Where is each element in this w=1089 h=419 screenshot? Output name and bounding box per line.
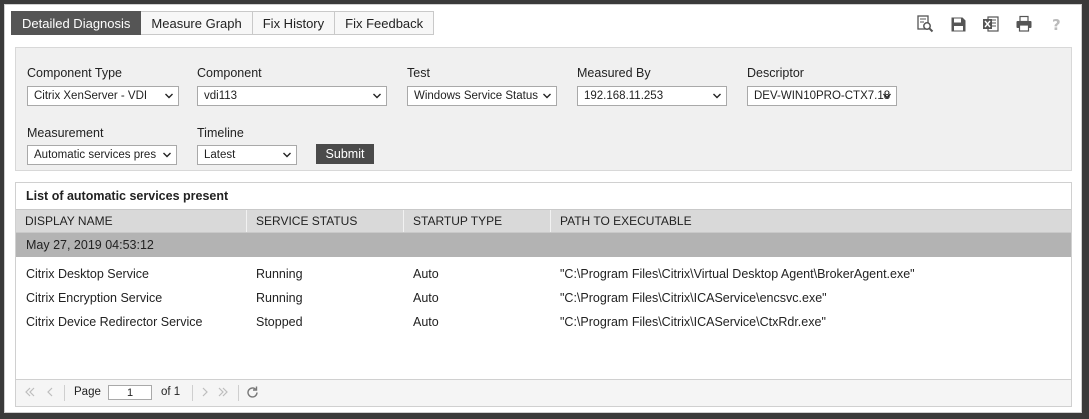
test-select[interactable]: Windows Service Status — [407, 86, 557, 106]
refresh-icon[interactable] — [245, 385, 260, 403]
measured-by-select[interactable]: 192.168.11.253 — [577, 86, 727, 106]
help-icon[interactable]: ? — [1047, 14, 1067, 34]
search-document-icon[interactable] — [915, 14, 935, 34]
page-number-input[interactable]: 1 — [108, 385, 152, 400]
timeline-label: Timeline — [197, 126, 244, 140]
cell-display-name: Citrix Desktop Service — [26, 267, 149, 281]
pager-divider — [238, 385, 239, 401]
pager-divider — [64, 385, 65, 401]
results-grid: List of automatic services present DISPL… — [15, 182, 1072, 407]
chevron-down-icon — [165, 93, 173, 99]
table-row[interactable]: Citrix Desktop Service Running Auto "C:\… — [16, 262, 1071, 286]
component-select[interactable]: vdi113 — [197, 86, 387, 106]
tab-detailed-diagnosis[interactable]: Detailed Diagnosis — [11, 11, 142, 35]
cell-startup-type: Auto — [413, 291, 439, 305]
tab-bar: Detailed Diagnosis Measure Graph Fix His… — [11, 11, 435, 36]
test-label: Test — [407, 66, 430, 80]
column-header-startup-type[interactable]: STARTUP TYPE — [403, 210, 550, 232]
cell-path: "C:\Program Files\Citrix\ICAService\CtxR… — [560, 315, 826, 329]
submit-button[interactable]: Submit — [316, 144, 374, 164]
column-header-service-status[interactable]: SERVICE STATUS — [246, 210, 403, 232]
last-page-icon[interactable] — [217, 386, 229, 401]
chevron-down-icon — [713, 93, 721, 99]
page-count-label: of 1 — [161, 386, 181, 398]
grid-header: DISPLAY NAME SERVICE STATUS STARTUP TYPE… — [16, 209, 1071, 233]
pagination-bar: Page 1 of 1 — [16, 379, 1071, 406]
tab-fix-history[interactable]: Fix History — [252, 11, 336, 35]
component-label: Component — [197, 66, 262, 80]
tab-fix-feedback[interactable]: Fix Feedback — [335, 11, 435, 35]
cell-display-name: Citrix Device Redirector Service — [26, 315, 203, 329]
column-header-display-name[interactable]: DISPLAY NAME — [16, 210, 246, 232]
descriptor-select[interactable]: DEV-WIN10PRO-CTX7.18 — [747, 86, 897, 106]
measurement-label: Measurement — [27, 126, 104, 140]
cell-path: "C:\Program Files\Citrix\Virtual Desktop… — [560, 267, 915, 281]
cell-display-name: Citrix Encryption Service — [26, 291, 163, 305]
cell-startup-type: Auto — [413, 267, 439, 281]
column-header-path-to-executable[interactable]: PATH TO EXECUTABLE — [550, 210, 1071, 232]
next-page-icon[interactable] — [199, 386, 211, 401]
toolbar: ? — [915, 14, 1067, 34]
svg-text:?: ? — [1052, 16, 1061, 33]
chevron-down-icon — [543, 93, 551, 99]
chevron-down-icon — [373, 93, 381, 99]
measurement-select[interactable]: Automatic services pres — [27, 145, 177, 165]
filter-panel: Component Type Citrix XenServer - VDI Co… — [15, 47, 1072, 171]
cell-service-status: Stopped — [256, 315, 303, 329]
tab-measure-graph[interactable]: Measure Graph — [141, 11, 253, 35]
chevron-down-icon — [283, 152, 291, 158]
group-row-timestamp[interactable]: May 27, 2019 04:53:12 — [16, 233, 1071, 257]
cell-service-status: Running — [256, 267, 303, 281]
timeline-select[interactable]: Latest — [197, 145, 297, 165]
cell-service-status: Running — [256, 291, 303, 305]
grid-title: List of automatic services present — [26, 189, 229, 203]
excel-export-icon[interactable] — [981, 14, 1001, 34]
measured-by-label: Measured By — [577, 66, 651, 80]
print-icon[interactable] — [1014, 14, 1034, 34]
first-page-icon[interactable] — [24, 386, 36, 401]
component-type-label: Component Type — [27, 66, 122, 80]
page-label: Page — [74, 386, 101, 398]
descriptor-label: Descriptor — [747, 66, 804, 80]
previous-page-icon[interactable] — [44, 386, 56, 401]
component-type-select[interactable]: Citrix XenServer - VDI — [27, 86, 179, 106]
save-icon[interactable] — [948, 14, 968, 34]
chevron-down-icon — [163, 152, 171, 158]
table-row[interactable]: Citrix Device Redirector Service Stopped… — [16, 310, 1071, 334]
cell-path: "C:\Program Files\Citrix\ICAService\encs… — [560, 291, 827, 305]
table-row[interactable]: Citrix Encryption Service Running Auto "… — [16, 286, 1071, 310]
pager-divider — [192, 385, 193, 401]
diagnosis-window: Detailed Diagnosis Measure Graph Fix His… — [4, 4, 1082, 413]
chevron-down-icon — [883, 93, 891, 99]
cell-startup-type: Auto — [413, 315, 439, 329]
